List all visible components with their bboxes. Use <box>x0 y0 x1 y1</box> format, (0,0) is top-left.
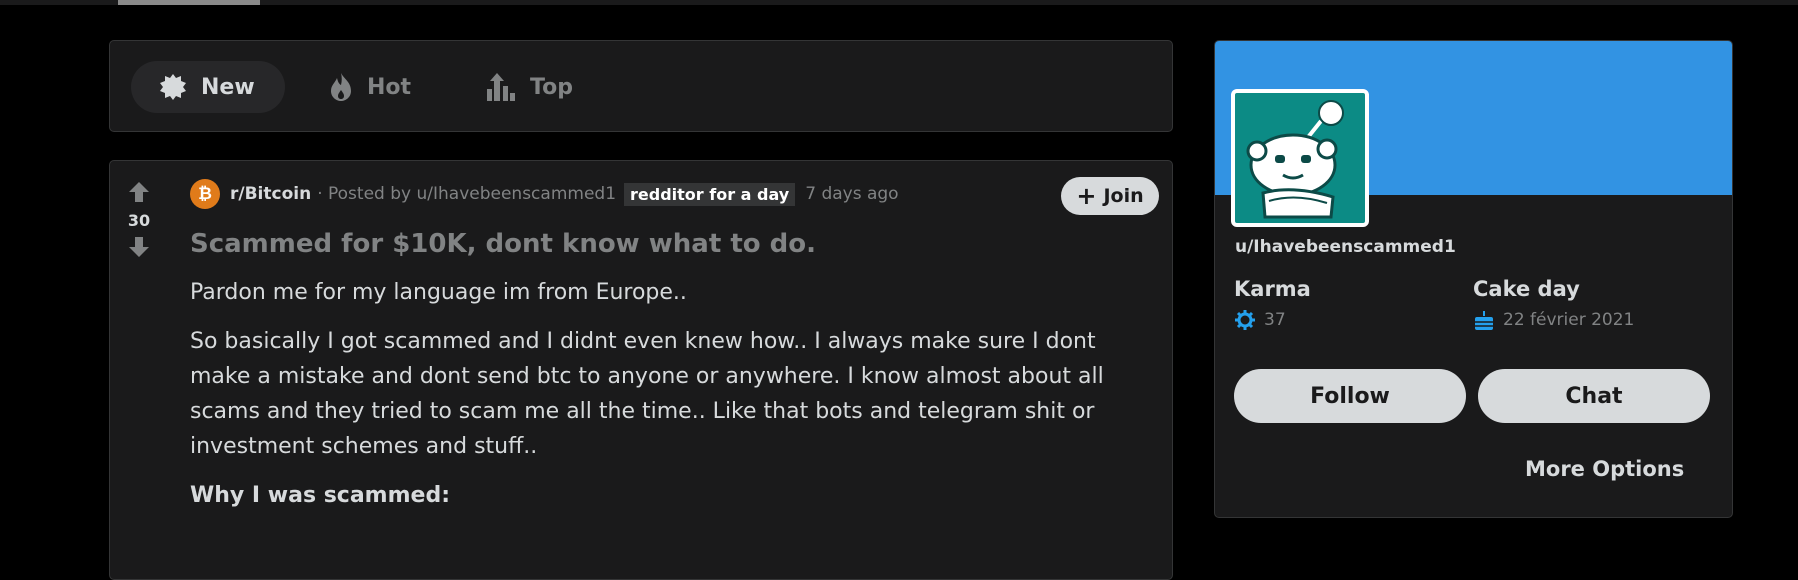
downvote-icon[interactable] <box>128 236 150 258</box>
cakeday-date: 22 février 2021 <box>1503 310 1635 330</box>
more-options-button[interactable]: More Options <box>1525 457 1684 481</box>
profile-username[interactable]: u/Ihavebeenscammed1 <box>1235 237 1456 257</box>
follow-button[interactable]: Follow <box>1234 369 1466 423</box>
sort-new-label: New <box>201 74 255 100</box>
post-card[interactable]: 30 ₿ r/Bitcoin · Posted by u/Ihavebeensc… <box>109 160 1173 580</box>
join-label: Join <box>1103 185 1144 207</box>
karma-gear-icon <box>1235 310 1255 330</box>
avatar[interactable] <box>1231 89 1369 227</box>
post-meta: ₿ r/Bitcoin · Posted by u/Ihavebeenscamm… <box>190 177 899 211</box>
karma-label: Karma <box>1234 277 1311 301</box>
cakeday-value: 22 février 2021 <box>1473 309 1634 331</box>
post-subheading: Why I was scammed: <box>190 483 450 508</box>
chat-button[interactable]: Chat <box>1478 369 1710 423</box>
flame-icon <box>331 73 351 101</box>
sort-new-button[interactable]: New <box>131 61 285 113</box>
active-tab-indicator <box>118 0 260 5</box>
sort-top-label: Top <box>530 74 573 100</box>
sort-hot-button[interactable]: Hot <box>329 61 411 113</box>
post-paragraph: So basically I got scammed and I didnt e… <box>190 329 1104 459</box>
upvote-icon[interactable] <box>128 181 150 203</box>
join-button[interactable]: + Join <box>1061 177 1159 215</box>
post-title[interactable]: Scammed for $10K, dont know what to do. <box>190 229 816 259</box>
karma-value: 37 <box>1234 309 1286 331</box>
top-divider <box>0 0 1798 5</box>
cakeday-label: Cake day <box>1473 277 1580 301</box>
post-body: Pardon me for my language im from Europe… <box>190 275 1160 527</box>
cake-icon <box>1475 311 1493 330</box>
vote-count: 30 <box>127 211 151 230</box>
profile-card: u/Ihavebeenscammed1 Karma 37 Cake day 22… <box>1214 40 1733 518</box>
top-chart-icon <box>487 73 515 101</box>
post-paragraph: Pardon me for my language im from Europe… <box>190 280 687 305</box>
sort-hot-label: Hot <box>367 74 412 100</box>
bitcoin-icon[interactable]: ₿ <box>190 179 220 209</box>
user-flair: redditor for a day <box>624 182 796 206</box>
subreddit-link[interactable]: r/Bitcoin <box>230 184 311 204</box>
vote-column: 30 <box>118 181 160 258</box>
new-burst-icon <box>160 74 186 100</box>
karma-number: 37 <box>1264 310 1286 330</box>
posted-by[interactable]: · Posted by u/Ihavebeenscammed1 <box>317 184 616 204</box>
snoo-avatar-icon <box>1246 100 1344 219</box>
post-time[interactable]: 7 days ago <box>805 184 898 204</box>
sort-bar: New Hot Top <box>109 40 1173 132</box>
sort-top-button[interactable]: Top <box>486 61 573 113</box>
plus-icon: + <box>1076 182 1097 210</box>
